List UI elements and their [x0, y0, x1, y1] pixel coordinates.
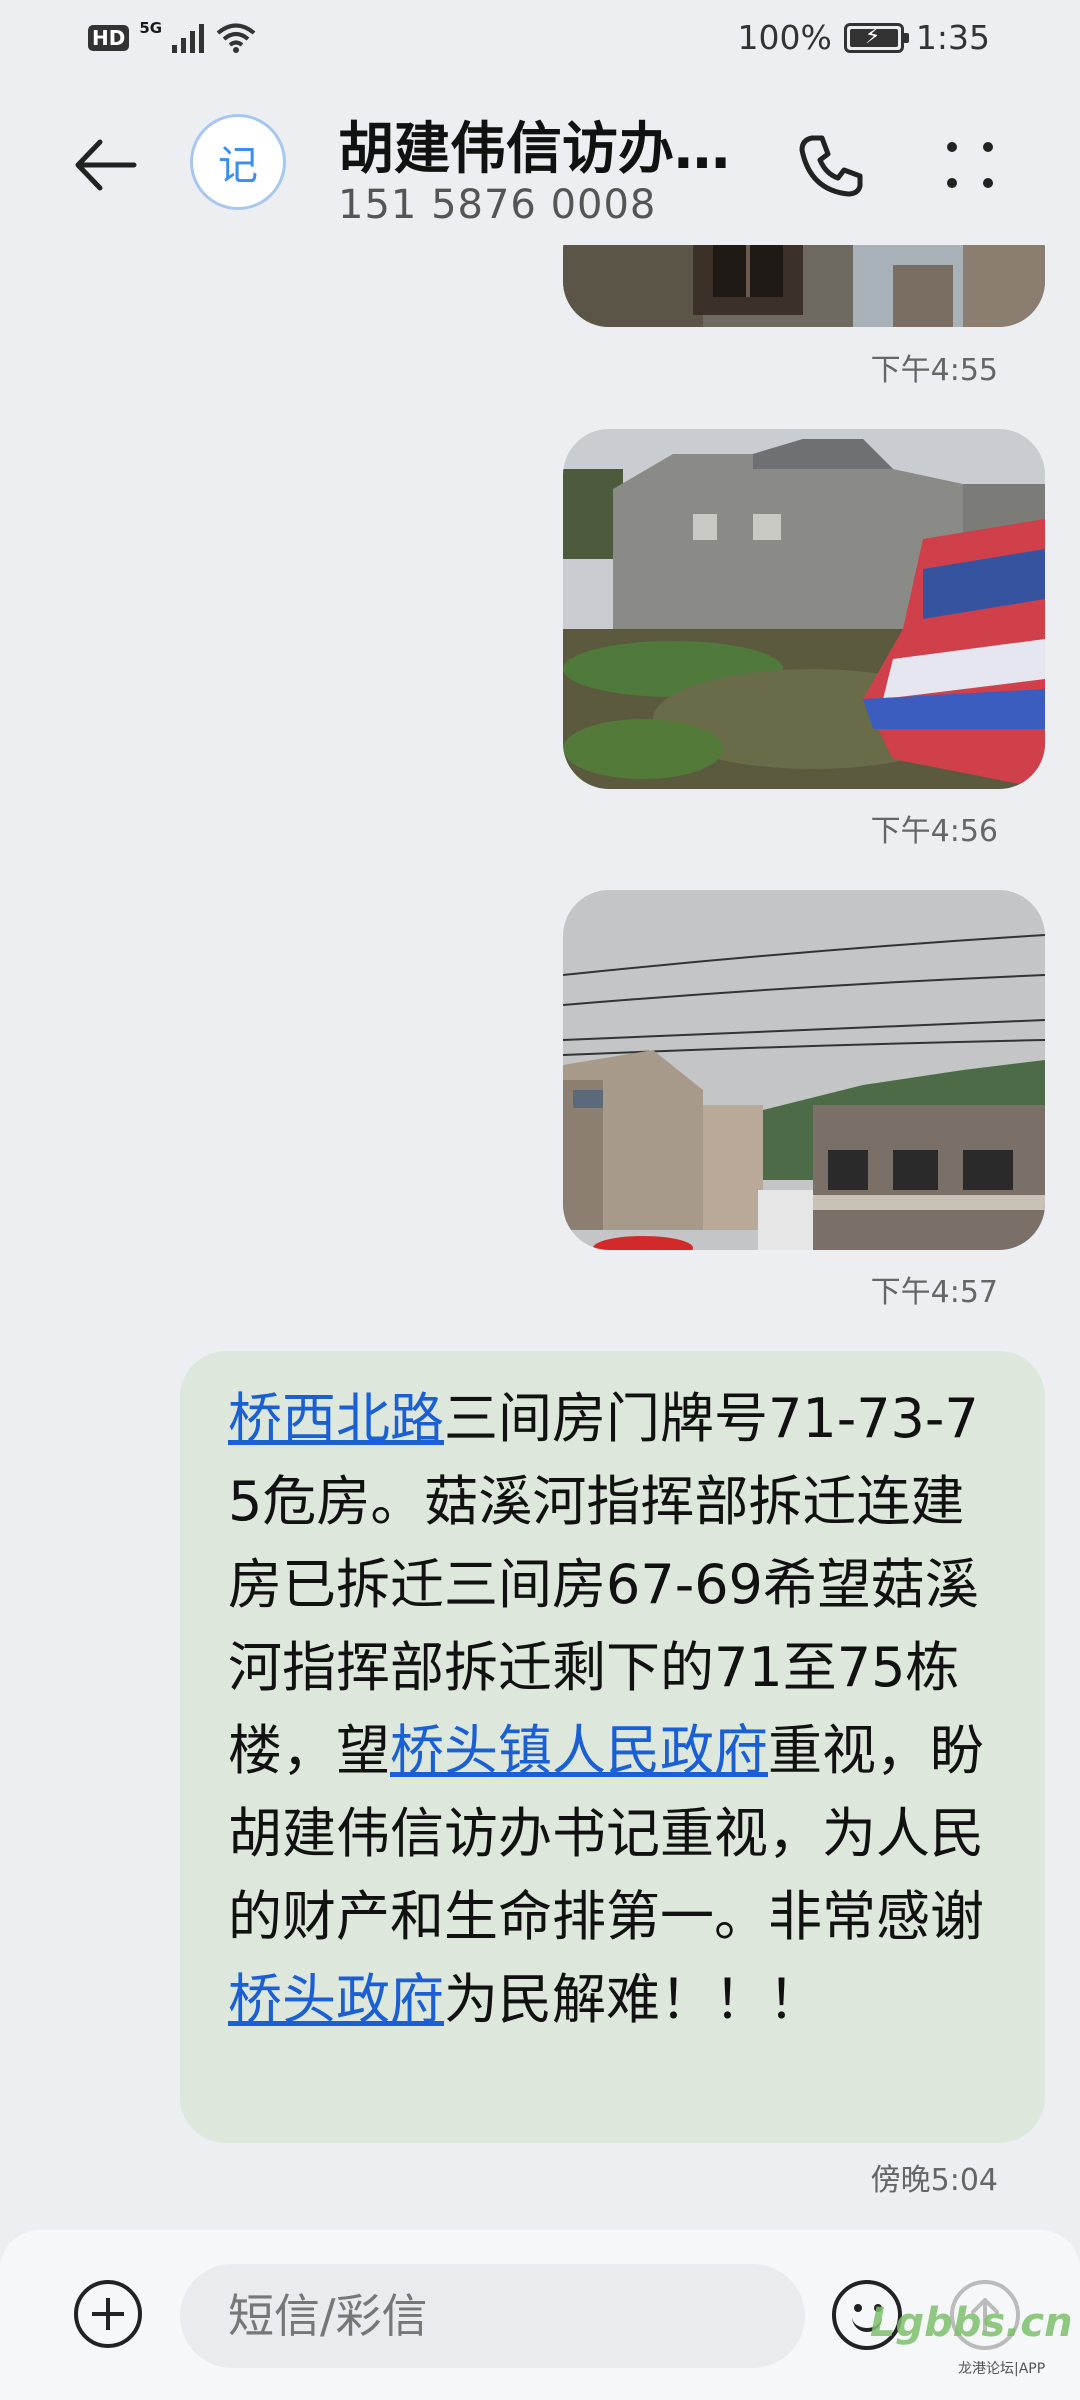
- wifi-icon: [216, 23, 256, 53]
- more-options-button[interactable]: [935, 130, 1005, 200]
- photo-image: [563, 245, 1045, 327]
- message-timestamp: 下午4:55: [870, 353, 998, 388]
- image-message[interactable]: [563, 245, 1045, 327]
- signal-icon: [172, 24, 205, 53]
- photo-image: [563, 429, 1045, 789]
- contact-name[interactable]: 胡建伟信访办…: [338, 104, 778, 185]
- battery-percent: 100%: [737, 18, 832, 57]
- status-left: HD 5G: [88, 19, 256, 54]
- contact-number: 151 5876 0008: [338, 182, 657, 228]
- status-right: 100% ⚡ 1:35: [738, 18, 990, 57]
- status-bar: HD 5G 100% ⚡ 1:35: [0, 0, 1080, 80]
- call-button[interactable]: [790, 126, 870, 206]
- phone-icon: [799, 135, 863, 197]
- back-button[interactable]: [70, 130, 140, 200]
- contact-avatar[interactable]: 记: [190, 114, 286, 210]
- message-input[interactable]: [180, 2264, 805, 2368]
- photo-image: [563, 890, 1045, 1250]
- message-timestamp: 下午4:56: [870, 814, 998, 849]
- watermark-caption: 龙港论坛|APP: [958, 2361, 1046, 2377]
- text-message-bubble[interactable]: 桥西北路三间房门牌号71-73-75危房。菇溪河指挥部拆迁连建房已拆迁三间房67…: [180, 1351, 1045, 2143]
- message-timestamp: 下午4:57: [870, 1275, 998, 1310]
- message-list[interactable]: 下午4:55 下午4:56 下午4:57 桥西北路三间房门牌号71-73-75危…: [0, 245, 1080, 2230]
- message-segment: 为民解难！！！: [444, 1968, 822, 2031]
- back-arrow-icon: [75, 139, 137, 191]
- conversation-header: 记 胡建伟信访办… 151 5876 0008: [0, 90, 1080, 240]
- network-type: 5G: [139, 19, 163, 37]
- clock: 1:35: [915, 18, 990, 57]
- battery-icon: ⚡: [843, 22, 909, 53]
- address-link[interactable]: 桥头政府: [228, 1968, 444, 2031]
- address-link[interactable]: 桥头镇人民政府: [390, 1719, 768, 1782]
- address-link[interactable]: 桥西北路: [228, 1387, 444, 1450]
- hd-badge: HD: [88, 25, 130, 51]
- message-timestamp: 傍晚5:04: [870, 2163, 998, 2198]
- image-message[interactable]: [563, 429, 1045, 789]
- watermark-logo: Lgbbs.cn: [870, 2300, 1073, 2346]
- image-message[interactable]: [563, 890, 1045, 1250]
- message-text: 桥西北路三间房门牌号71-73-75危房。菇溪河指挥部拆迁连建房已拆迁三间房67…: [228, 1377, 1005, 2041]
- avatar-initial: 记: [218, 143, 258, 189]
- add-attachment-button[interactable]: [74, 2280, 142, 2348]
- charging-bolt-icon: ⚡: [864, 23, 881, 49]
